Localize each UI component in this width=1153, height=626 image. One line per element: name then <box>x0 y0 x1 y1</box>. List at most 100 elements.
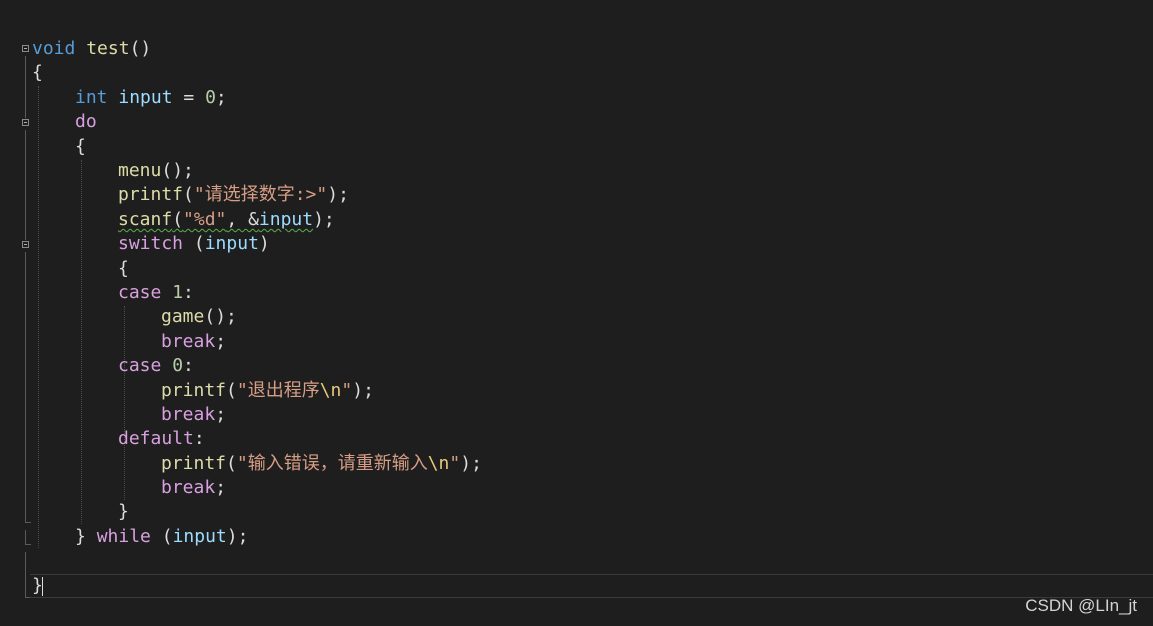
punctuation: (); <box>161 160 194 181</box>
punctuation: ( <box>172 209 184 230</box>
punctuation: } <box>118 501 129 522</box>
fold-outline <box>25 522 31 523</box>
punctuation: ); <box>460 453 482 474</box>
function-name: printf <box>161 380 227 401</box>
punctuation: ); <box>352 380 374 401</box>
number: 0 <box>161 355 184 376</box>
punctuation: ) <box>258 233 270 254</box>
keyword: do <box>75 111 97 132</box>
punctuation: ( <box>226 380 237 401</box>
code-line-9[interactable]: switch (input) <box>118 232 270 256</box>
operator: = <box>172 87 206 108</box>
punctuation: ); <box>327 184 349 205</box>
code-line-17[interactable]: default: <box>118 427 205 451</box>
punctuation: ; <box>215 404 227 425</box>
punctuation: () <box>129 38 152 59</box>
current-line-highlight <box>30 574 1153 598</box>
variable: input <box>204 233 259 254</box>
fold-outline <box>25 552 26 598</box>
fold-outline <box>25 530 26 544</box>
keyword: break <box>161 331 216 352</box>
string-literal: "请选择数字:>" <box>193 184 328 205</box>
punctuation: : <box>183 355 194 376</box>
keyword: case <box>118 355 162 376</box>
indent-guide <box>81 160 82 524</box>
keyword: void <box>32 38 76 59</box>
code-line-6[interactable]: menu(); <box>118 159 194 183</box>
punctuation: { <box>32 62 43 83</box>
escape-sequence: \n <box>427 453 450 474</box>
function-name: game <box>161 306 205 327</box>
code-line-11[interactable]: case 1: <box>118 281 194 305</box>
code-line-1[interactable]: void test() <box>32 37 151 61</box>
code-line-8[interactable]: scanf("%d", &input); <box>118 208 335 232</box>
string-literal: " <box>449 453 461 474</box>
punctuation: { <box>75 136 86 157</box>
variable: input <box>118 87 173 108</box>
punctuation: : <box>193 428 205 449</box>
code-line-10[interactable]: { <box>118 257 129 281</box>
fold-toggle-icon[interactable] <box>22 45 29 52</box>
function-name: menu <box>118 160 162 181</box>
keyword: default <box>118 428 194 449</box>
string-literal: " <box>341 380 353 401</box>
punctuation: ; <box>215 87 227 108</box>
keyword: int <box>75 87 108 108</box>
keyword: switch <box>118 233 184 254</box>
number: 0 <box>205 87 216 108</box>
code-line-19[interactable]: break; <box>161 476 226 500</box>
indent-guide <box>38 86 39 548</box>
fold-toggle-icon[interactable] <box>22 241 29 248</box>
code-line-5[interactable]: { <box>75 135 86 159</box>
punctuation: , & <box>226 209 259 230</box>
punctuation: { <box>118 258 129 279</box>
fold-outline <box>25 130 26 240</box>
string-literal: "退出程序 <box>236 380 320 401</box>
code-line-12[interactable]: game(); <box>161 305 237 329</box>
punctuation: ); <box>313 209 335 230</box>
number: 1 <box>161 282 184 303</box>
fold-outline <box>25 544 31 545</box>
punctuation: ; <box>215 477 227 498</box>
string-literal: "输入错误，请重新输入 <box>236 453 428 474</box>
code-line-7[interactable]: printf("请选择数字:>"); <box>118 183 349 207</box>
string-literal: "%d" <box>183 209 227 230</box>
keyword: break <box>161 477 216 498</box>
variable: input <box>258 209 314 230</box>
function-name: test <box>86 38 130 59</box>
fold-toggle-icon[interactable] <box>22 119 29 126</box>
punctuation: ( <box>183 233 205 254</box>
keyword: case <box>118 282 162 303</box>
code-line-4[interactable]: do <box>75 110 97 134</box>
punctuation: : <box>183 282 194 303</box>
code-line-3[interactable]: int input = 0; <box>75 86 227 110</box>
code-line-2[interactable]: { <box>32 61 43 85</box>
code-line-13[interactable]: break; <box>161 330 226 354</box>
indent-guide <box>124 306 125 500</box>
function-name: printf <box>161 453 227 474</box>
code-editor[interactable]: void test() { int input = 0; do { menu()… <box>0 0 1153 626</box>
fold-outline <box>25 252 26 522</box>
code-line-16[interactable]: break; <box>161 403 226 427</box>
variable: input <box>172 526 227 547</box>
keyword: while <box>96 526 151 547</box>
code-line-18[interactable]: printf("输入错误，请重新输入\n"); <box>161 452 482 476</box>
fold-outline <box>25 56 26 118</box>
escape-sequence: \n <box>319 380 342 401</box>
function-name: printf <box>118 184 184 205</box>
punctuation: ( <box>150 526 173 547</box>
punctuation: (); <box>204 306 237 327</box>
code-line-23[interactable]: } <box>32 574 43 598</box>
punctuation: ; <box>215 331 227 352</box>
punctuation: ( <box>183 184 194 205</box>
punctuation: } <box>32 575 43 596</box>
punctuation: ( <box>226 453 237 474</box>
code-line-14[interactable]: case 0: <box>118 354 194 378</box>
punctuation: } <box>75 526 97 547</box>
function-name: scanf <box>118 209 173 230</box>
code-line-20[interactable]: } <box>118 500 129 524</box>
code-line-21[interactable]: } while (input); <box>75 525 248 549</box>
punctuation: ); <box>226 526 249 547</box>
keyword: break <box>161 404 216 425</box>
code-line-15[interactable]: printf("退出程序\n"); <box>161 379 374 403</box>
